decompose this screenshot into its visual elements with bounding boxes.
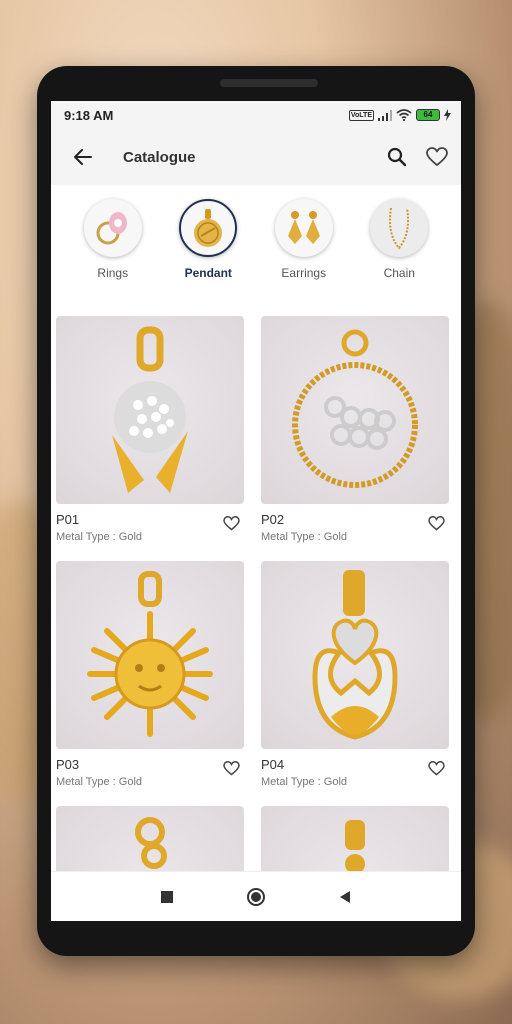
product-metal-type: Metal Type : Gold (261, 776, 348, 788)
app-screen: 9:18 AM VoLTE 64 Catalogue Rings Pendant… (51, 101, 461, 921)
category-chain[interactable]: Chain (362, 199, 436, 295)
product-card[interactable]: P03 Metal Type : Gold (56, 561, 244, 788)
product-image (261, 561, 449, 749)
product-meta: P03 Metal Type : Gold (56, 749, 244, 788)
favorite-button[interactable] (425, 512, 447, 534)
category-pendant[interactable]: Pendant (171, 199, 245, 295)
chain-thumbnail (370, 199, 429, 257)
favorite-button[interactable] (220, 512, 242, 534)
pendant-image-icon (112, 326, 188, 493)
pendant-image-icon (135, 817, 167, 869)
charging-icon (444, 109, 451, 121)
back-button[interactable] (69, 143, 97, 171)
search-button[interactable] (383, 143, 411, 171)
volte-icon: VoLTE (348, 109, 374, 121)
category-earrings[interactable]: Earrings (267, 199, 341, 295)
product-metal-type: Metal Type : Gold (56, 531, 143, 543)
rings-thumbnail (83, 199, 142, 257)
category-tabs: Rings Pendant Earrings Chain (51, 185, 461, 295)
system-nav-bar (51, 871, 461, 921)
battery-icon: 64 (416, 109, 440, 121)
heart-outline-icon (222, 760, 240, 775)
triangle-back-icon[interactable] (338, 890, 352, 904)
status-time: 9:18 AM (64, 107, 114, 123)
product-meta: P04 Metal Type : Gold (261, 749, 449, 788)
pendant-icon (194, 209, 223, 247)
product-code: P03 (56, 757, 80, 772)
favorite-button[interactable] (220, 757, 242, 779)
product-metal-type: Metal Type : Gold (261, 531, 348, 543)
earrings-thumbnail (274, 199, 333, 257)
app-bar: Catalogue (51, 129, 461, 185)
product-grid: P01 Metal Type : Gold P02 Metal Type : G… (51, 295, 461, 921)
product-meta: P01 Metal Type : Gold (56, 504, 244, 543)
product-card[interactable]: P02 Metal Type : Gold (261, 316, 449, 543)
circle-home-icon[interactable] (246, 887, 266, 907)
product-metal-type: Metal Type : Gold (56, 776, 143, 788)
pendant-image-icon (292, 329, 418, 488)
product-image (56, 561, 244, 749)
wishlist-button[interactable] (423, 143, 451, 171)
chain-icon (389, 207, 410, 250)
square-recents-icon[interactable] (160, 890, 174, 904)
pendant-image-icon (345, 820, 365, 874)
heart-outline-icon (427, 515, 445, 530)
sun-pendant-image-icon (87, 571, 213, 737)
product-image (261, 316, 449, 504)
category-rings[interactable]: Rings (76, 199, 150, 295)
heart-outline-icon (427, 760, 445, 775)
page-title: Catalogue (123, 148, 196, 166)
status-icons: VoLTE 64 (348, 109, 451, 121)
product-card[interactable]: P01 Metal Type : Gold (56, 316, 244, 543)
product-meta: P02 Metal Type : Gold (261, 504, 449, 543)
product-code: P01 (56, 512, 80, 527)
search-icon (387, 147, 407, 167)
pendant-thumbnail (179, 199, 238, 257)
heart-outline-icon (426, 147, 448, 166)
ring-icon (96, 212, 127, 245)
category-label: Pendant (184, 266, 232, 280)
heart-pendant-image-icon (312, 570, 398, 740)
product-image (56, 316, 244, 504)
product-code: P02 (261, 512, 285, 527)
earrings-icon (287, 211, 320, 244)
category-label: Rings (97, 266, 129, 280)
arrow-left-icon (74, 149, 92, 165)
heart-outline-icon (222, 515, 240, 530)
category-label: Chain (383, 266, 415, 280)
category-label: Earrings (281, 266, 327, 280)
product-card[interactable]: P04 Metal Type : Gold (261, 561, 449, 788)
phone-frame: 9:18 AM VoLTE 64 Catalogue Rings Pendant… (37, 66, 475, 956)
wifi-icon (396, 109, 412, 121)
favorite-button[interactable] (425, 757, 447, 779)
signal-icon (378, 109, 392, 121)
product-code: P04 (261, 757, 285, 772)
speaker-grille (220, 79, 318, 87)
status-bar: 9:18 AM VoLTE 64 (51, 101, 461, 129)
